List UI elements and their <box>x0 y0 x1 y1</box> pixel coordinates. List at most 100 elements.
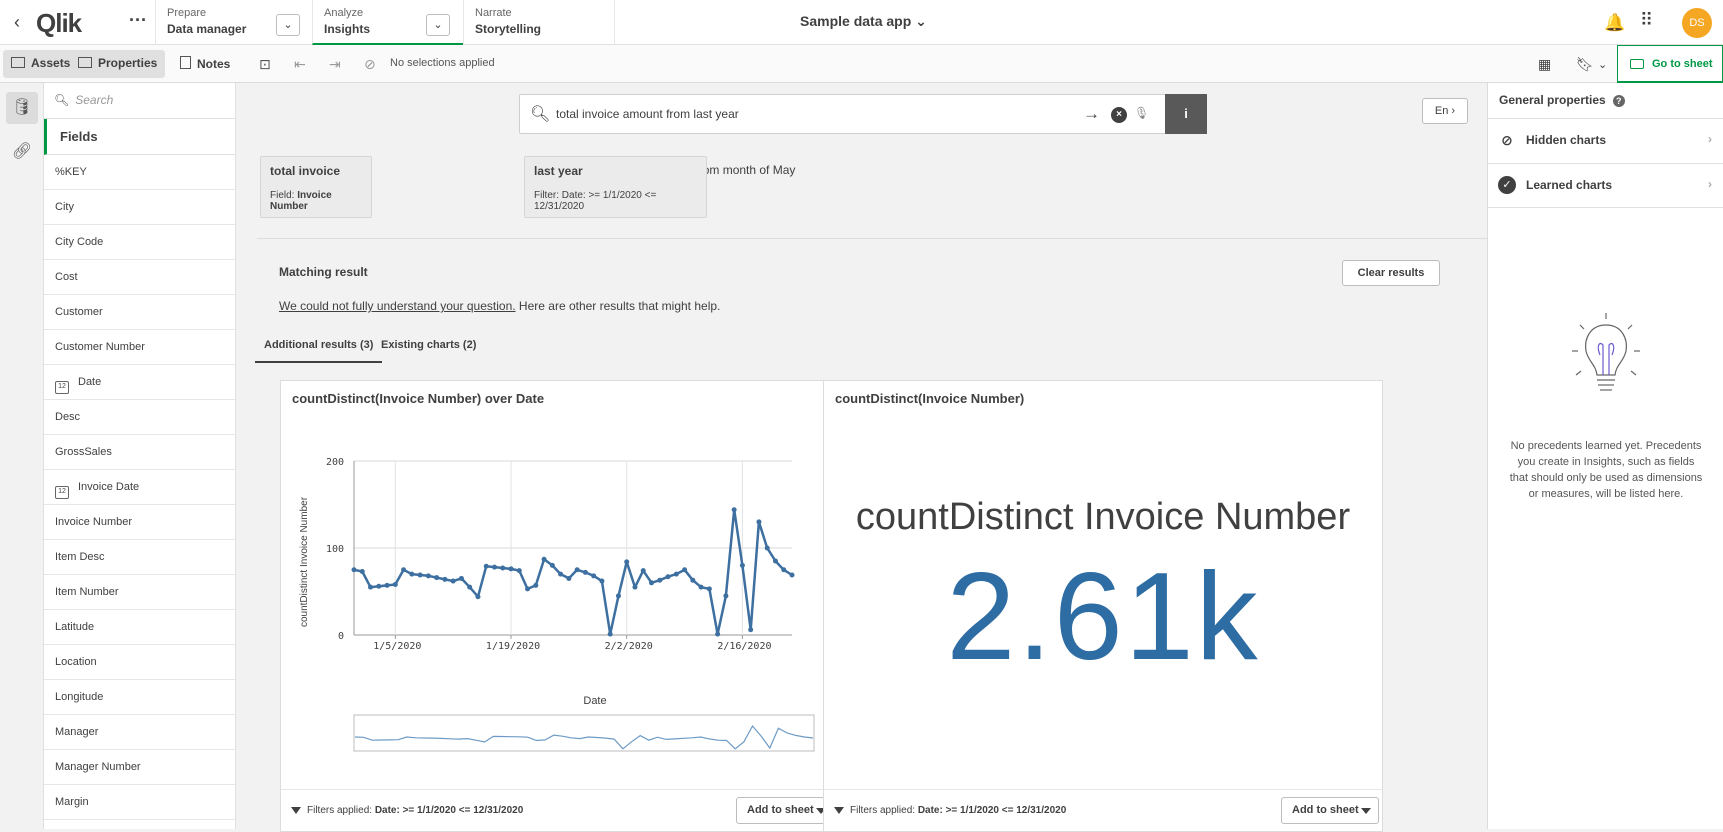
kpi-label: countDistinct Invoice Number <box>855 496 1351 538</box>
chip-last-year[interactable]: last year Filter: Date: >= 1/1/2020 <= 1… <box>524 156 707 218</box>
tab-analyze[interactable]: Analyze Insights ⌄ <box>312 0 464 45</box>
data-point <box>748 627 754 633</box>
more-icon[interactable]: ··· <box>129 10 147 31</box>
app-title[interactable]: Sample data app ⌄ <box>800 13 927 30</box>
field-item[interactable]: 12 Invoice Date <box>44 470 235 505</box>
bell-icon[interactable]: 🔔 <box>1604 13 1625 33</box>
microphone-icon[interactable]: 🎙︎ <box>1134 106 1149 120</box>
field-item[interactable]: Item Desc <box>44 540 235 575</box>
assets-button[interactable]: Assets <box>3 50 79 78</box>
add-to-sheet-button[interactable]: Add to sheet <box>736 797 834 824</box>
data-point <box>549 562 555 568</box>
x-tick-label: 1/19/2020 <box>486 641 540 652</box>
filter-icon <box>834 807 844 814</box>
data-point <box>359 568 365 574</box>
line-chart[interactable]: countDistinct Invoice Number Date 0 100 20… <box>281 419 844 779</box>
data-point <box>368 584 374 590</box>
qlik-logo[interactable]: Qlik <box>36 8 82 39</box>
field-item[interactable]: Margin <box>44 785 235 820</box>
data-point <box>566 575 572 581</box>
chip-total-invoice[interactable]: total invoice Field: Invoice Number <box>260 156 372 218</box>
fields-panel: 🔍︎ Search Fields %KEY City City Code Cost Cus… <box>44 83 236 829</box>
field-item-label: Location <box>55 656 97 668</box>
field-item[interactable]: City <box>44 190 235 225</box>
field-item-label: Latitude <box>55 621 95 633</box>
not-understood-link[interactable]: We could not fully understand your quest… <box>279 299 516 313</box>
field-item[interactable]: Invoice Number <box>44 505 235 540</box>
sheet-view-icon[interactable]: ▦ <box>1538 56 1551 73</box>
bookmark-chevron-icon[interactable]: ⌄ <box>1598 58 1607 71</box>
field-item[interactable]: Latitude <box>44 610 235 645</box>
search-query[interactable]: total invoice amount from last year <box>556 107 739 121</box>
eye-off-icon: ⊘ <box>1501 132 1513 148</box>
add-to-sheet-button[interactable]: Add to sheet <box>1281 797 1379 824</box>
field-item[interactable]: %KEY <box>44 155 235 190</box>
chip-total-invoice-sub: Field: Invoice Number <box>270 190 362 212</box>
empty-precedents-message: No precedents learned yet. Precedents yo… <box>1509 440 1703 500</box>
field-item[interactable]: Customer Number <box>44 330 235 365</box>
mini-chart-frame[interactable] <box>353 714 815 752</box>
kpi-card[interactable]: countDistinct(Invoice Number) countDisti… <box>823 380 1383 832</box>
fields-header[interactable]: Fields <box>44 119 235 155</box>
info-icon[interactable]: i <box>1165 94 1207 134</box>
field-item[interactable]: GrossSales <box>44 435 235 470</box>
not-understood-text: We could not fully understand your quest… <box>279 299 720 313</box>
language-button[interactable]: En › <box>1422 98 1468 124</box>
divider <box>257 238 1487 239</box>
field-item[interactable]: Cost <box>44 260 235 295</box>
learned-charts-row[interactable]: ✓ Learned charts › <box>1488 163 1723 208</box>
assets-label: Assets <box>31 56 71 70</box>
search-icon: 🔍︎ <box>530 106 551 123</box>
notes-button[interactable]: Notes <box>172 50 238 78</box>
tab-existing-charts[interactable]: Existing charts (2) <box>372 333 485 363</box>
field-item[interactable]: Longitude <box>44 680 235 715</box>
add-to-sheet-label: Add to sheet <box>1292 804 1359 816</box>
field-item[interactable]: Manager <box>44 715 235 750</box>
field-item[interactable]: Location <box>44 645 235 680</box>
calendar-icon: 12 <box>55 486 69 499</box>
link-icon[interactable]: 🔗︎ <box>6 136 38 168</box>
help-icon[interactable]: ? <box>1612 95 1625 107</box>
clear-results-button[interactable]: Clear results <box>1342 260 1440 286</box>
lightbulb-icon <box>1572 313 1640 391</box>
field-item-label: Customer <box>55 306 103 318</box>
app-title-text: Sample data app <box>800 13 912 29</box>
field-item[interactable]: Customer <box>44 295 235 330</box>
line-chart-card[interactable]: countDistinct(Invoice Number) over Date … <box>280 380 845 832</box>
field-item[interactable]: Desc <box>44 400 235 435</box>
data-point <box>491 564 497 570</box>
prepare-dropdown-icon[interactable]: ⌄ <box>276 14 300 36</box>
logo-text: Qlik <box>36 8 82 38</box>
insight-search-box[interactable]: 🔍︎ total invoice amount from last year →… <box>519 94 1207 134</box>
tab-narrate[interactable]: Narrate Storytelling <box>463 0 615 45</box>
filter-icon <box>291 807 301 814</box>
analyze-dropdown-icon[interactable]: ⌄ <box>426 14 450 36</box>
properties-button[interactable]: Properties <box>70 50 166 78</box>
line-chart-title: countDistinct(Invoice Number) over Date <box>292 391 545 406</box>
data-point <box>516 568 522 574</box>
data-point <box>500 565 506 571</box>
database-icon[interactable]: 🛢︎ <box>6 92 38 124</box>
tab-prepare[interactable]: Prepare Data manager ⌄ <box>155 0 300 45</box>
data-point <box>615 593 621 599</box>
search-icon: 🔍︎ <box>54 93 70 107</box>
hidden-charts-row[interactable]: ⊘ Hidden charts › <box>1488 118 1723 163</box>
smart-search-icon[interactable]: ⊡ <box>259 56 271 73</box>
avatar[interactable]: DS <box>1682 8 1712 38</box>
field-item-label: Invoice Number <box>55 516 133 528</box>
clear-search-icon[interactable]: × <box>1111 107 1127 123</box>
field-item[interactable]: Manager Number <box>44 750 235 785</box>
back-icon[interactable]: ‹ <box>14 12 20 33</box>
submit-arrow-icon[interactable]: → <box>1083 104 1100 124</box>
field-item[interactable]: Item Number <box>44 575 235 610</box>
apps-grid-icon[interactable]: ⠿ <box>1640 10 1653 31</box>
properties-label: Properties <box>98 56 158 70</box>
tab-additional-results[interactable]: Additional results (3) <box>255 333 383 363</box>
field-item[interactable]: 12 Date <box>44 365 235 400</box>
field-item[interactable]: City Code <box>44 225 235 260</box>
field-item-label: City Code <box>55 236 104 248</box>
fields-search[interactable]: 🔍︎ Search <box>44 83 235 119</box>
data-point <box>409 571 415 577</box>
bookmark-icon[interactable]: 🔖︎ <box>1576 56 1594 73</box>
go-to-sheet-button[interactable]: Go to sheet <box>1617 45 1723 83</box>
